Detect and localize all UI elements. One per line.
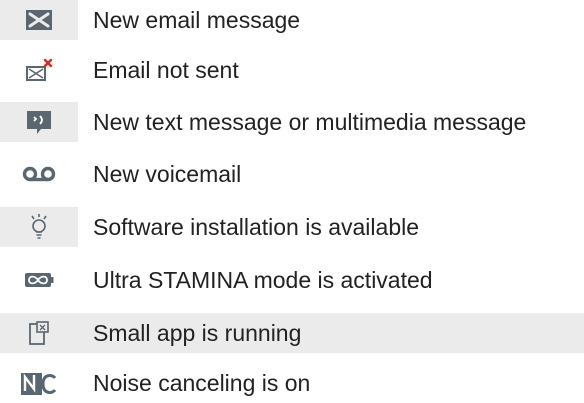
list-item-small-app: Small app is running (0, 313, 584, 353)
list-item-label: Software installation is available (93, 214, 420, 240)
lightbulb-icon (0, 207, 78, 247)
list-item-email-not-sent: Email not sent (0, 50, 584, 90)
list-item-label: New email message (93, 7, 301, 33)
ultra-stamina-icon (0, 260, 78, 300)
noise-canceling-icon (0, 363, 78, 403)
new-email-icon (0, 0, 78, 40)
list-item-noise-canceling: Noise canceling is on (0, 363, 584, 403)
text-message-icon (0, 102, 78, 142)
list-item-ultra-stamina: Ultra STAMINA mode is activated (0, 260, 584, 300)
list-item-label: New text message or multimedia message (93, 109, 527, 135)
list-item-label: New voicemail (93, 161, 242, 187)
list-item-text-message: New text message or multimedia message (0, 102, 584, 142)
list-item-voicemail: New voicemail (0, 154, 584, 194)
list-item-label: Small app is running (93, 320, 302, 346)
list-item-new-email: New email message (0, 0, 584, 40)
list-item-label: Noise canceling is on (93, 370, 311, 396)
notification-icon-list: New email message Email not sent New tex… (0, 0, 584, 398)
small-app-icon (0, 313, 78, 353)
list-item-label: Ultra STAMINA mode is activated (93, 267, 433, 293)
voicemail-icon (0, 154, 78, 194)
list-item-software-installation: Software installation is available (0, 207, 584, 247)
email-not-sent-icon (0, 50, 78, 90)
list-item-label: Email not sent (93, 57, 239, 83)
